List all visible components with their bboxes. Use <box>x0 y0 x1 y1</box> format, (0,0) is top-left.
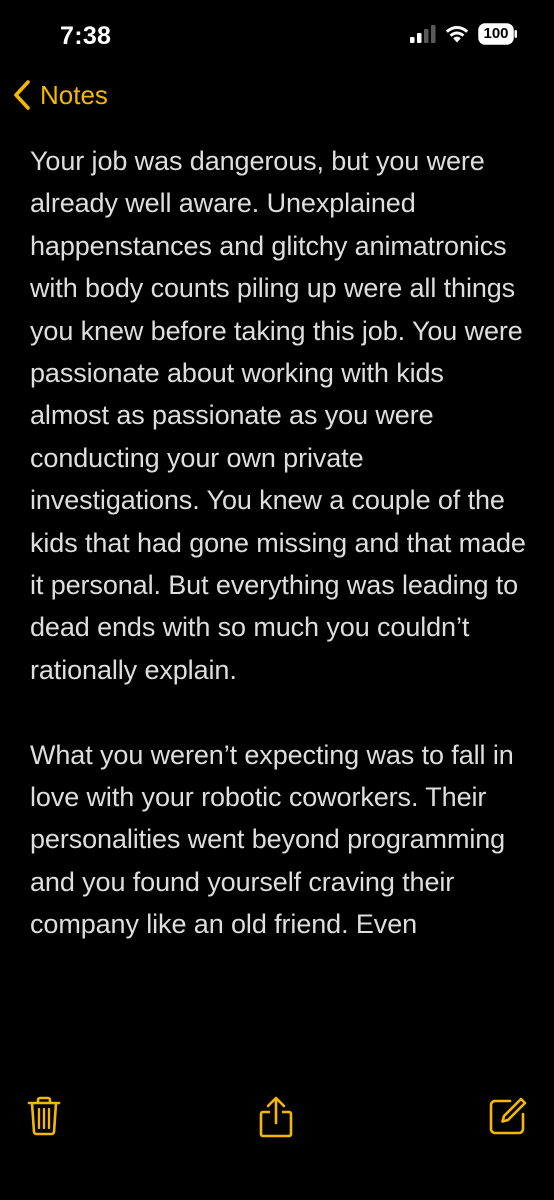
battery-level: 100 <box>483 25 509 42</box>
battery-icon: 100 <box>478 23 518 45</box>
back-label: Notes <box>40 79 108 110</box>
share-icon[interactable] <box>258 1096 294 1138</box>
status-time: 7:38 <box>60 22 112 50</box>
trash-icon[interactable] <box>26 1096 62 1136</box>
back-button[interactable]: Notes <box>12 78 108 112</box>
status-icons: 100 <box>410 23 518 45</box>
note-paragraph: Your job was dangerous, but you were alr… <box>30 146 526 685</box>
wifi-icon <box>444 24 470 44</box>
compose-icon[interactable] <box>488 1096 528 1136</box>
chevron-left-icon <box>12 78 32 112</box>
status-bar: 7:38 100 <box>0 0 554 70</box>
note-body[interactable]: Your job was dangerous, but you were alr… <box>30 140 530 1060</box>
nav-bar: Notes <box>0 70 554 126</box>
bottom-toolbar <box>0 1060 554 1200</box>
note-paragraph: What you weren’t expecting was to fall i… <box>30 739 514 940</box>
signal-icon <box>410 25 436 43</box>
